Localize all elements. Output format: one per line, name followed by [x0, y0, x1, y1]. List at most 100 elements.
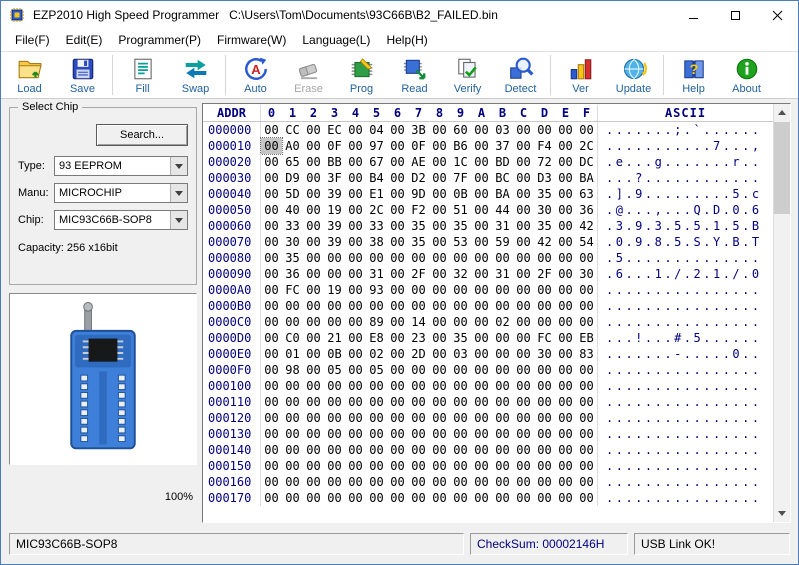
hex-byte[interactable]: 00 [345, 330, 366, 346]
hex-byte[interactable]: 00 [450, 458, 471, 474]
hex-byte[interactable]: 00 [513, 298, 534, 314]
menu-item-file[interactable]: File(F) [7, 30, 58, 50]
chevron-down-icon[interactable] [170, 211, 187, 229]
hex-byte[interactable]: 35 [450, 218, 471, 234]
hex-byte[interactable]: 00 [555, 410, 576, 426]
hex-byte[interactable]: 00 [450, 474, 471, 490]
hex-byte[interactable]: 2C [576, 138, 597, 154]
hex-editor[interactable]: ADDR 0 1 2 3 4 5 6 7 8 9 A B C D E F ASCII 000000 00 CC 00 EC… [202, 103, 791, 523]
hex-byte[interactable]: 00 [513, 458, 534, 474]
hex-byte[interactable]: 31 [366, 266, 387, 282]
hex-byte[interactable]: 00 [366, 458, 387, 474]
hex-byte[interactable]: 00 [345, 154, 366, 170]
hex-byte[interactable]: 00 [492, 442, 513, 458]
hex-byte[interactable]: 00 [282, 490, 303, 506]
hex-byte[interactable]: 00 [303, 378, 324, 394]
hex-byte[interactable]: 00 [387, 394, 408, 410]
hex-byte[interactable]: 00 [261, 202, 282, 218]
hex-byte[interactable]: 83 [576, 346, 597, 362]
hex-byte[interactable]: 00 [345, 458, 366, 474]
hex-byte[interactable]: B6 [450, 138, 471, 154]
hex-byte[interactable]: 00 [534, 458, 555, 474]
hex-byte[interactable]: 00 [429, 362, 450, 378]
hex-byte[interactable]: 00 [513, 474, 534, 490]
hex-byte[interactable]: 00 [345, 298, 366, 314]
hex-scrollbar[interactable] [773, 104, 790, 522]
maximize-button[interactable] [714, 1, 756, 29]
hex-byte[interactable]: 00 [303, 490, 324, 506]
hex-byte[interactable]: 39 [324, 234, 345, 250]
hex-byte[interactable]: 00 [408, 410, 429, 426]
hex-byte[interactable]: 00 [408, 362, 429, 378]
hex-byte[interactable]: 00 [345, 186, 366, 202]
hex-byte[interactable]: 00 [324, 490, 345, 506]
hex-byte[interactable]: 00 [345, 362, 366, 378]
hex-byte[interactable]: 00 [366, 298, 387, 314]
hex-byte[interactable]: 2D [408, 346, 429, 362]
hex-byte[interactable]: 00 [429, 266, 450, 282]
hex-byte[interactable]: 72 [534, 154, 555, 170]
hex-byte[interactable]: 00 [387, 218, 408, 234]
hex-byte[interactable]: 00 [513, 346, 534, 362]
hex-byte[interactable]: 00 [555, 394, 576, 410]
hex-byte[interactable]: 00 [513, 186, 534, 202]
hex-byte[interactable]: 00 [303, 234, 324, 250]
hex-byte[interactable]: 00 [303, 186, 324, 202]
hex-byte[interactable]: 00 [345, 138, 366, 154]
hex-byte[interactable]: 00 [387, 314, 408, 330]
hex-byte[interactable]: 00 [534, 122, 555, 138]
hex-byte[interactable]: 00 [471, 474, 492, 490]
hex-byte[interactable]: 00 [387, 458, 408, 474]
hex-byte[interactable]: 00 [555, 218, 576, 234]
hex-byte[interactable]: 00 [492, 362, 513, 378]
hex-byte[interactable]: EC [324, 122, 345, 138]
chip-combobox[interactable]: MIC93C66B-SOP8 [54, 210, 188, 230]
hex-byte[interactable]: B4 [366, 170, 387, 186]
hex-byte[interactable]: 00 [471, 426, 492, 442]
hex-byte[interactable]: 00 [576, 282, 597, 298]
hex-byte[interactable]: 7F [450, 170, 471, 186]
hex-byte[interactable]: 00 [555, 378, 576, 394]
hex-byte[interactable]: 30 [576, 266, 597, 282]
hex-byte[interactable]: 00 [450, 442, 471, 458]
hex-byte[interactable]: 00 [492, 394, 513, 410]
close-button[interactable] [756, 1, 798, 29]
hex-byte[interactable]: 00 [471, 154, 492, 170]
hex-byte[interactable]: 00 [261, 122, 282, 138]
hex-byte[interactable]: 00 [366, 394, 387, 410]
menu-item-edit[interactable]: Edit(E) [58, 30, 111, 50]
hex-byte[interactable]: 00 [303, 282, 324, 298]
hex-byte[interactable]: 00 [303, 458, 324, 474]
hex-byte[interactable]: 00 [429, 218, 450, 234]
hex-byte[interactable]: 00 [282, 442, 303, 458]
hex-byte[interactable]: F4 [534, 138, 555, 154]
load-button[interactable]: Load [3, 53, 56, 97]
hex-byte[interactable]: 00 [429, 458, 450, 474]
hex-byte[interactable]: 32 [450, 266, 471, 282]
hex-byte[interactable]: 00 [555, 186, 576, 202]
hex-byte[interactable]: 00 [450, 314, 471, 330]
hex-byte[interactable]: 00 [513, 138, 534, 154]
about-button[interactable]: About [720, 53, 773, 97]
hex-byte[interactable]: 00 [387, 362, 408, 378]
hex-byte[interactable]: 00 [408, 378, 429, 394]
hex-byte[interactable]: 00 [324, 298, 345, 314]
hex-byte[interactable]: 00 [492, 298, 513, 314]
hex-byte[interactable]: 35 [408, 234, 429, 250]
menu-item-help[interactable]: Help(H) [378, 30, 435, 50]
hex-byte[interactable]: 00 [324, 410, 345, 426]
hex-byte[interactable]: 00 [408, 298, 429, 314]
hex-byte[interactable]: 00 [345, 394, 366, 410]
hex-byte[interactable]: 00 [387, 186, 408, 202]
hex-byte[interactable]: 00 [492, 330, 513, 346]
hex-byte[interactable]: 00 [534, 362, 555, 378]
hex-byte[interactable]: 00 [555, 122, 576, 138]
hex-byte[interactable]: 00 [555, 330, 576, 346]
type-combobox[interactable]: 93 EEPROM [54, 156, 188, 176]
hex-byte[interactable]: 14 [408, 314, 429, 330]
hex-byte[interactable]: 00 [555, 442, 576, 458]
manu-combobox[interactable]: MICROCHIP [54, 183, 188, 203]
hex-byte[interactable]: 00 [282, 474, 303, 490]
hex-byte[interactable]: 00 [492, 426, 513, 442]
hex-byte[interactable]: 00 [261, 490, 282, 506]
